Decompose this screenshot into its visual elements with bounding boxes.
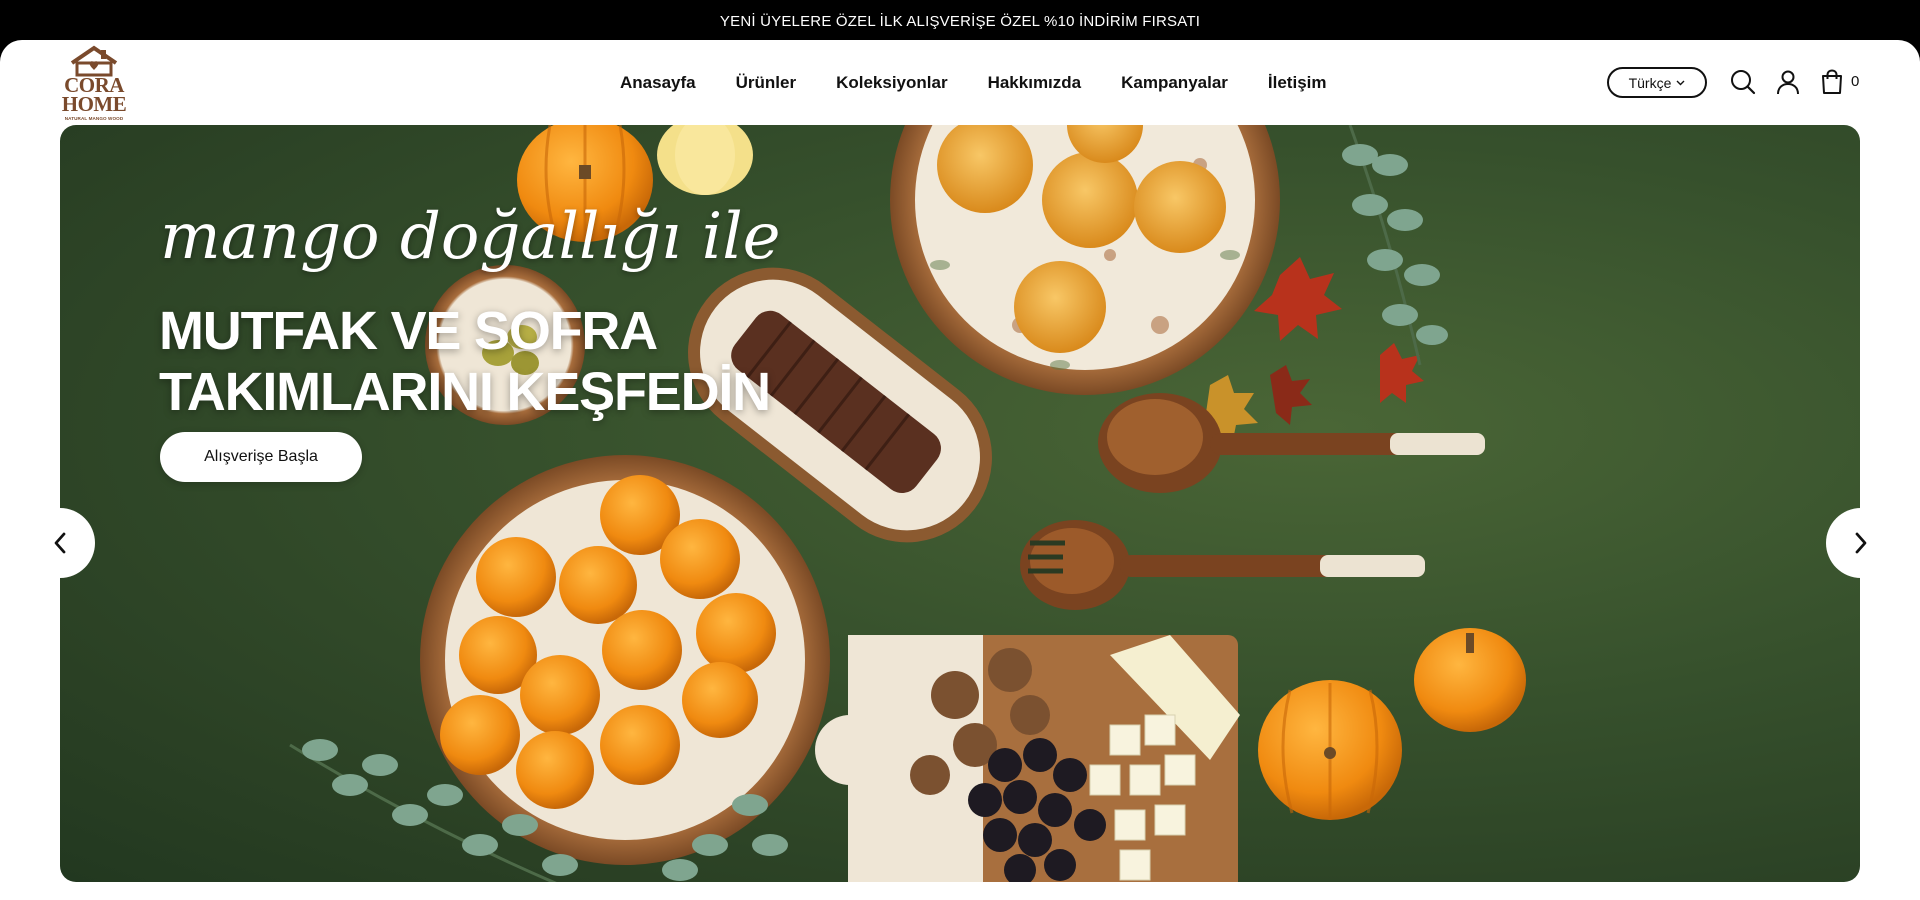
language-selector[interactable]: Türkçe	[1607, 67, 1707, 98]
hero-headline: MUTFAK VE SOFRA TAKIMLARINI KEŞFEDİN	[159, 301, 771, 423]
page: CORA HOME NATURAL MANGO WOOD Anasayfa Ür…	[0, 40, 1920, 900]
chevron-down-icon	[1676, 80, 1685, 85]
brand-logo[interactable]: CORA HOME NATURAL MANGO WOOD	[60, 45, 128, 121]
logo-tagline: NATURAL MANGO WOOD	[64, 116, 124, 121]
nav-item-kampanyalar[interactable]: Kampanyalar	[1121, 73, 1228, 93]
logo-word-home: HOME	[61, 92, 127, 116]
slider-next-button[interactable]	[1826, 508, 1896, 578]
shop-now-button[interactable]: Alışverişe Başla	[160, 432, 362, 482]
chevron-left-icon	[54, 532, 66, 554]
nav-item-koleksiyonlar[interactable]: Koleksiyonlar	[836, 73, 948, 93]
slider-prev-button[interactable]	[25, 508, 95, 578]
search-icon[interactable]	[1729, 68, 1757, 96]
user-icon[interactable]	[1774, 68, 1802, 96]
announcement-text: YENİ ÜYELERE ÖZEL İLK ALIŞVERİŞE ÖZEL %1…	[719, 12, 1201, 30]
nav-item-iletisim[interactable]: İletişim	[1268, 73, 1327, 93]
chevron-right-icon	[1855, 532, 1867, 554]
hero-script-line: mango doğallığı ile	[160, 200, 781, 274]
main-nav: Anasayfa Ürünler Koleksiyonlar Hakkımızd…	[620, 40, 1367, 125]
hero-headline-line2: TAKIMLARINI KEŞFEDİN	[159, 362, 771, 422]
nav-item-anasayfa[interactable]: Anasayfa	[620, 73, 696, 93]
nav-item-urunler[interactable]: Ürünler	[736, 73, 796, 93]
cart-icon[interactable]	[1818, 68, 1846, 96]
hero-banner: mango doğallığı ile MUTFAK VE SOFRA TAKI…	[60, 125, 1860, 882]
cart-count: 0	[1851, 73, 1860, 90]
site-header: CORA HOME NATURAL MANGO WOOD Anasayfa Ür…	[0, 40, 1920, 125]
nav-item-hakkimizda[interactable]: Hakkımızda	[988, 73, 1082, 93]
language-label: Türkçe	[1628, 74, 1672, 91]
announcement-bar: YENİ ÜYELERE ÖZEL İLK ALIŞVERİŞE ÖZEL %1…	[0, 0, 1920, 42]
hero-headline-line1: MUTFAK VE SOFRA	[159, 301, 658, 361]
